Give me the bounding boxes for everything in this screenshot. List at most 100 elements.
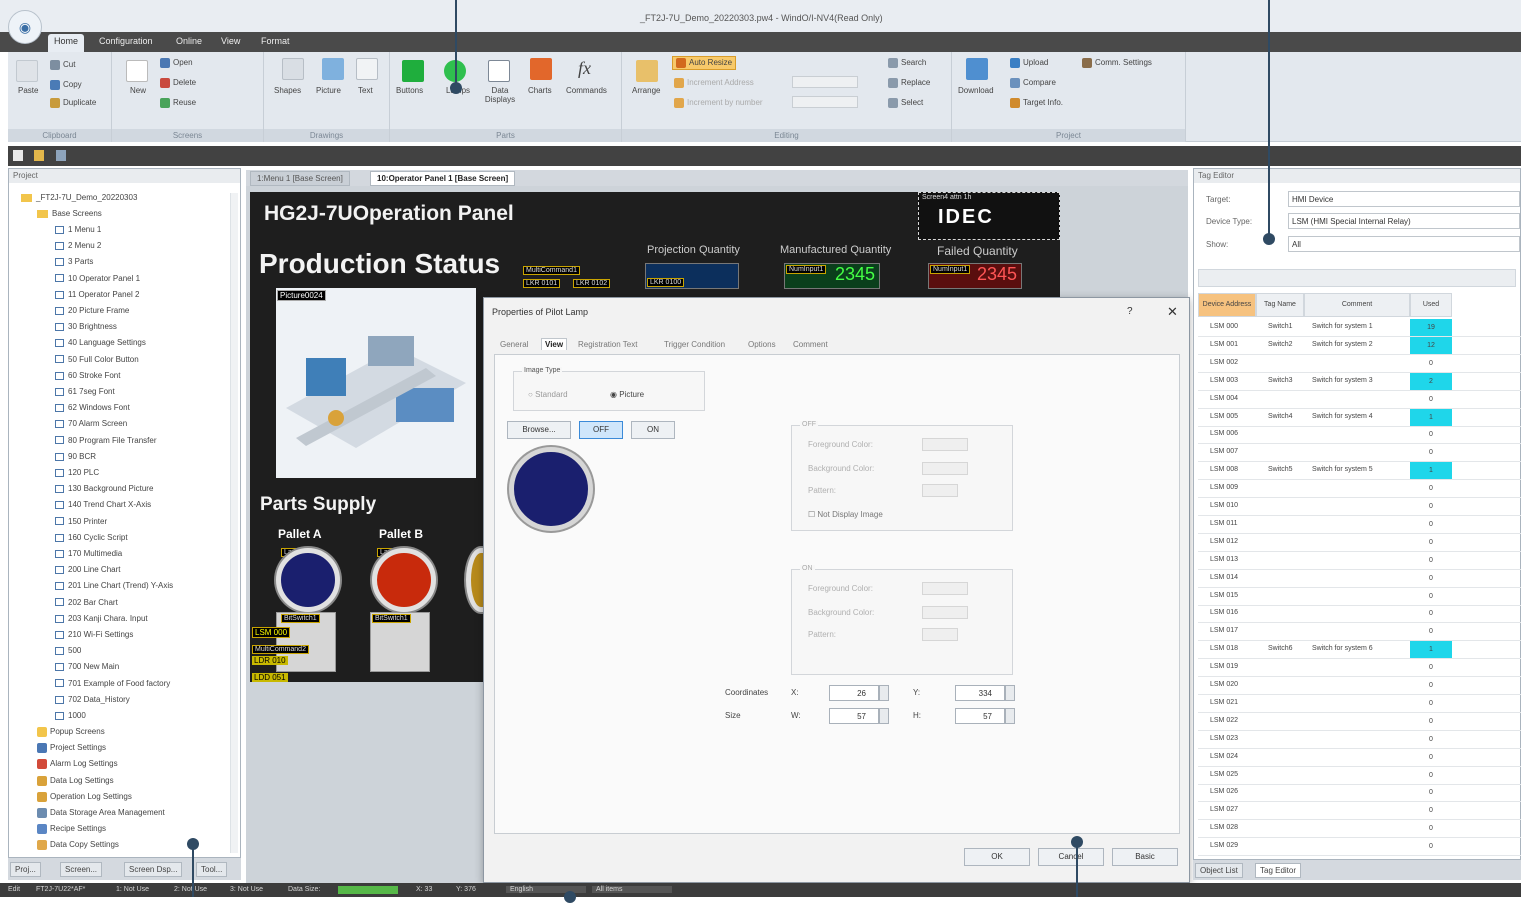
- tag-row[interactable]: LSM 018 Switch6 Switch for system 6 1: [1198, 641, 1521, 660]
- target-select[interactable]: HMI Device: [1288, 191, 1520, 207]
- off-background-color[interactable]: [922, 462, 968, 475]
- browse-button[interactable]: Browse...: [507, 421, 571, 439]
- tag-row[interactable]: LSM 015 0: [1198, 588, 1521, 606]
- tag-row[interactable]: LSM 010 0: [1198, 498, 1521, 516]
- buttons-button[interactable]: Buttons: [396, 86, 423, 95]
- text-button[interactable]: Text: [358, 86, 373, 95]
- target-info-button[interactable]: Target Info.: [1010, 98, 1063, 108]
- save-icon[interactable]: [56, 150, 66, 161]
- increment-address-input[interactable]: [792, 76, 858, 88]
- w-spinner[interactable]: [879, 708, 889, 724]
- tree-screen-item[interactable]: 60 Stroke Font: [55, 371, 120, 380]
- shapes-icon[interactable]: [282, 58, 304, 80]
- device-type-select[interactable]: LSM (HMI Special Internal Relay): [1288, 213, 1520, 229]
- arrange-icon[interactable]: [636, 60, 658, 82]
- tab-format[interactable]: Format: [261, 36, 290, 46]
- tag-row[interactable]: LSM 011 0: [1198, 516, 1521, 534]
- basic-button[interactable]: Basic: [1112, 848, 1178, 866]
- tag-row[interactable]: LSM 004 0: [1198, 391, 1521, 409]
- x-spinner[interactable]: [879, 685, 889, 701]
- tree-screen-item[interactable]: 700 New Main: [55, 662, 119, 671]
- tree-base-screens[interactable]: Base Screens: [37, 209, 102, 218]
- tree-screen-item[interactable]: 30 Brightness: [55, 322, 117, 331]
- charts-icon[interactable]: [530, 58, 552, 80]
- tree-screen-item[interactable]: 120 PLC: [55, 468, 99, 477]
- doc-tab-operator-panel[interactable]: 10:Operator Panel 1 [Base Screen]: [370, 171, 516, 186]
- on-pattern[interactable]: [922, 628, 958, 641]
- tab-trigger-condition[interactable]: Trigger Condition: [664, 340, 725, 349]
- tab-view[interactable]: View: [541, 338, 568, 350]
- tab-tag-editor[interactable]: Tag Editor: [1255, 863, 1302, 878]
- tree-settings-item[interactable]: Alarm Log Settings: [37, 759, 118, 770]
- buttons-icon[interactable]: [402, 60, 424, 82]
- download-button[interactable]: Download: [958, 86, 994, 95]
- tree-screen-item[interactable]: 70 Alarm Screen: [55, 419, 127, 428]
- picture-radio[interactable]: ◉ Picture: [610, 390, 644, 399]
- new-screen-button[interactable]: New: [130, 86, 146, 95]
- tab-online[interactable]: Online: [176, 36, 202, 46]
- tree-settings-item[interactable]: Project Settings: [37, 743, 106, 754]
- multicommand-label[interactable]: MultiCommand1: [523, 266, 580, 275]
- tree-root[interactable]: _FT2J-7U_Demo_20220303: [21, 193, 137, 202]
- tag-row[interactable]: LSM 017 0: [1198, 623, 1521, 642]
- tag-row[interactable]: LSM 019 0: [1198, 659, 1521, 678]
- on-foreground-color[interactable]: [922, 582, 968, 595]
- paste-icon[interactable]: [16, 60, 38, 82]
- tab-home[interactable]: Home: [48, 34, 85, 52]
- tree-screen-item[interactable]: 1 Menu 1: [55, 225, 101, 234]
- tree-screen-item[interactable]: 80 Program File Transfer: [55, 436, 156, 445]
- duplicate-button[interactable]: Duplicate: [50, 98, 96, 108]
- tag-row[interactable]: LSM 022 0: [1198, 713, 1521, 731]
- upload-button[interactable]: Upload: [1010, 58, 1048, 68]
- download-icon[interactable]: [966, 58, 988, 80]
- delete-screen-button[interactable]: Delete: [160, 78, 196, 88]
- fx-icon[interactable]: fx: [578, 58, 591, 79]
- tree-screen-item[interactable]: 701 Example of Food factory: [55, 679, 170, 688]
- tag-row[interactable]: LSM 003 Switch3 Switch for system 3 2: [1198, 372, 1521, 391]
- off-pattern[interactable]: [922, 484, 958, 497]
- cut-button[interactable]: Cut: [50, 60, 75, 70]
- tag-row[interactable]: LSM 001 Switch2 Switch for system 2 12: [1198, 336, 1521, 355]
- tab-configuration[interactable]: Configuration: [99, 36, 153, 46]
- close-button[interactable]: ✕: [1167, 304, 1178, 320]
- w-input[interactable]: 57: [829, 708, 879, 724]
- tab-project[interactable]: Proj...: [10, 862, 41, 877]
- pallet-b-lamp[interactable]: [372, 548, 436, 612]
- comm-settings-button[interactable]: Comm. Settings: [1082, 58, 1152, 68]
- tree-screen-item[interactable]: 1000: [55, 711, 86, 720]
- tree-screen-item[interactable]: 500: [55, 646, 81, 655]
- tree-screen-item[interactable]: 61 7seg Font: [55, 387, 115, 396]
- tag-row[interactable]: LSM 020 0: [1198, 677, 1521, 695]
- tab-view[interactable]: View: [221, 36, 240, 46]
- new-file-icon[interactable]: [13, 150, 23, 161]
- h-input[interactable]: 57: [955, 708, 1005, 724]
- tree-screen-item[interactable]: 11 Operator Panel 2: [55, 290, 139, 299]
- cancel-button[interactable]: Cancel: [1038, 848, 1104, 866]
- help-button[interactable]: ?: [1127, 306, 1133, 317]
- tree-settings-item[interactable]: Recipe Settings: [37, 824, 106, 835]
- auto-resize-button[interactable]: Auto Resize: [672, 56, 737, 70]
- compare-button[interactable]: Compare: [1010, 78, 1056, 88]
- tree-screen-item[interactable]: 62 Windows Font: [55, 403, 130, 412]
- reuse-screen-button[interactable]: Reuse: [160, 98, 196, 108]
- filter-select[interactable]: All items: [592, 886, 672, 893]
- off-button[interactable]: OFF: [579, 421, 623, 439]
- tree-screen-item[interactable]: 201 Line Chart (Trend) Y-Axis: [55, 581, 173, 590]
- data-displays-button[interactable]: Data Displays: [484, 86, 516, 104]
- tree-screen-item[interactable]: 702 Data_History: [55, 695, 130, 704]
- tree-screen-item[interactable]: 10 Operator Panel 1: [55, 274, 140, 283]
- on-button[interactable]: ON: [631, 421, 675, 439]
- replace-button[interactable]: Replace: [888, 78, 930, 88]
- tree-screen-item[interactable]: 200 Line Chart: [55, 565, 120, 574]
- tab-general[interactable]: General: [500, 340, 528, 349]
- tag-row[interactable]: LSM 027 0: [1198, 802, 1521, 821]
- tree-screen-item[interactable]: 202 Bar Chart: [55, 598, 118, 607]
- ok-button[interactable]: OK: [964, 848, 1030, 866]
- tag-row[interactable]: LSM 012 0: [1198, 534, 1521, 552]
- charts-button[interactable]: Charts: [528, 86, 552, 95]
- tag-row[interactable]: LSM 014 0: [1198, 570, 1521, 588]
- off-foreground-color[interactable]: [922, 438, 968, 451]
- tree-screen-item[interactable]: 150 Printer: [55, 517, 107, 526]
- tag-row[interactable]: LSM 009 0: [1198, 480, 1521, 499]
- tag-row[interactable]: LSM 007 0: [1198, 444, 1521, 463]
